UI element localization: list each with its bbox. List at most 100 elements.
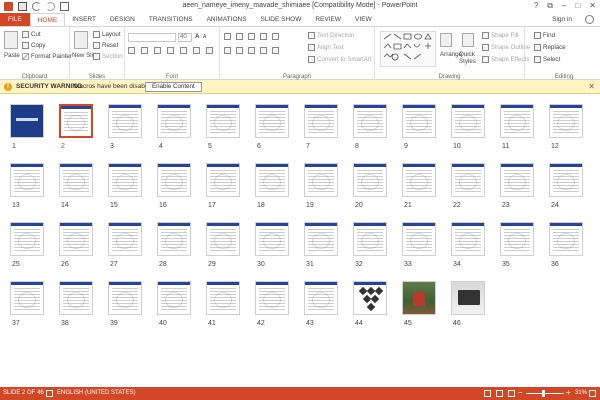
decrease-indent-icon[interactable] <box>248 33 255 40</box>
slide-thumbnail[interactable] <box>451 222 485 256</box>
char-spacing-icon[interactable] <box>180 47 187 54</box>
zoom-out-button[interactable]: − <box>518 388 523 397</box>
font-color-icon[interactable] <box>206 47 213 54</box>
sign-in-link[interactable]: Sign in <box>552 13 572 26</box>
feedback-smiley-icon[interactable] <box>585 15 594 24</box>
tab-insert[interactable]: INSERT <box>65 13 103 26</box>
slide-thumbnail[interactable] <box>402 104 436 138</box>
help-icon[interactable]: ? <box>534 1 538 11</box>
text-direction-button[interactable]: Text Direction <box>308 32 354 39</box>
layout-button[interactable]: Layout <box>93 31 121 38</box>
bullets-icon[interactable] <box>224 33 231 40</box>
slide-thumbnail[interactable] <box>108 222 142 256</box>
shapes-gallery[interactable] <box>380 31 436 67</box>
shape-outline-button[interactable]: Shape Outline <box>482 44 530 51</box>
slide-thumbnail[interactable] <box>59 222 93 256</box>
slide-thumbnail[interactable] <box>59 104 93 138</box>
tab-review[interactable]: REVIEW <box>308 13 348 26</box>
shape-effects-button[interactable]: Shape Effects <box>482 56 529 63</box>
italic-icon[interactable] <box>141 47 148 54</box>
spelling-icon[interactable] <box>46 390 53 397</box>
slide-thumbnail[interactable] <box>206 281 240 315</box>
fit-slide-icon[interactable] <box>589 390 596 397</box>
font-size-box[interactable]: 40 <box>178 33 192 42</box>
grow-font-button[interactable]: A <box>195 33 199 40</box>
tab-slide-show[interactable]: SLIDE SHOW <box>254 13 309 26</box>
align-text-button[interactable]: Align Text <box>308 44 344 51</box>
slide-thumbnail[interactable] <box>157 222 191 256</box>
columns-icon[interactable] <box>272 47 279 54</box>
reading-view-icon[interactable] <box>508 390 515 397</box>
slide-thumbnail[interactable] <box>353 104 387 138</box>
slide-thumbnail[interactable] <box>451 281 485 315</box>
section-button[interactable]: Section <box>93 53 123 60</box>
underline-icon[interactable] <box>154 47 161 54</box>
shrink-font-button[interactable]: A <box>203 34 206 40</box>
zoom-slider-thumb[interactable] <box>542 390 545 397</box>
close-button[interactable]: ✕ <box>589 1 596 11</box>
close-warning-icon[interactable]: ✕ <box>588 82 595 91</box>
bold-icon[interactable] <box>128 47 135 54</box>
slide-thumbnail[interactable] <box>255 163 289 197</box>
zoom-in-button[interactable]: + <box>566 388 571 397</box>
convert-smartart-button[interactable]: Convert to SmartArt <box>308 56 372 63</box>
language-indicator[interactable]: ENGLISH (UNITED STATES) <box>57 390 135 396</box>
slide-thumbnail[interactable] <box>157 104 191 138</box>
tab-animations[interactable]: ANIMATIONS <box>200 13 254 26</box>
align-left-icon[interactable] <box>224 47 231 54</box>
minimize-button[interactable]: – <box>562 1 566 11</box>
cut-button[interactable]: Cut <box>22 31 41 38</box>
slide-thumbnail[interactable] <box>402 222 436 256</box>
zoom-level[interactable]: 31% <box>575 390 587 396</box>
slide-thumbnail[interactable] <box>500 104 534 138</box>
slide-thumbnail[interactable] <box>304 281 338 315</box>
slide-thumbnail[interactable] <box>304 222 338 256</box>
tab-file[interactable]: FILE <box>0 13 30 26</box>
slide-thumbnail[interactable] <box>549 163 583 197</box>
slide-thumbnail[interactable] <box>451 163 485 197</box>
maximize-button[interactable]: □ <box>575 1 580 11</box>
reset-button[interactable]: Reset <box>93 42 118 49</box>
enable-content-button[interactable]: Enable Content <box>145 82 202 92</box>
slide-thumbnail[interactable] <box>402 281 436 315</box>
justify-icon[interactable] <box>260 47 267 54</box>
format-painter-button[interactable]: Format Painter <box>22 53 72 60</box>
slide-thumbnail[interactable] <box>108 104 142 138</box>
slide-thumbnail[interactable] <box>10 163 44 197</box>
slide-thumbnail[interactable] <box>402 163 436 197</box>
normal-view-icon[interactable] <box>484 390 491 397</box>
slide-thumbnail[interactable] <box>206 163 240 197</box>
slide-thumbnail[interactable] <box>157 281 191 315</box>
slide-thumbnail[interactable] <box>108 281 142 315</box>
increase-indent-icon[interactable] <box>260 33 267 40</box>
slide-thumbnail[interactable] <box>59 163 93 197</box>
quick-styles-button[interactable]: Quick Styles <box>459 51 481 65</box>
tab-view[interactable]: VIEW <box>348 13 379 26</box>
slide-thumbnail[interactable] <box>206 104 240 138</box>
tab-design[interactable]: DESIGN <box>103 13 142 26</box>
numbering-icon[interactable] <box>236 33 243 40</box>
slide-thumbnail[interactable] <box>10 222 44 256</box>
shape-fill-button[interactable]: Shape Fill <box>482 32 519 39</box>
ribbon-display-options-icon[interactable]: ⧉ <box>547 1 553 11</box>
slide-thumbnail[interactable] <box>451 104 485 138</box>
line-spacing-icon[interactable] <box>272 33 279 40</box>
slide-thumbnail[interactable] <box>304 104 338 138</box>
select-button[interactable]: Select <box>534 56 560 63</box>
paste-button[interactable]: Paste <box>4 52 20 59</box>
tab-home[interactable]: HOME <box>29 13 66 26</box>
slide-thumbnail[interactable] <box>108 163 142 197</box>
slide-thumbnail[interactable] <box>255 281 289 315</box>
slide-thumbnail[interactable] <box>353 281 387 315</box>
align-center-icon[interactable] <box>236 47 243 54</box>
slide-thumbnail[interactable] <box>255 104 289 138</box>
align-right-icon[interactable] <box>248 47 255 54</box>
slide-thumbnail[interactable] <box>59 281 93 315</box>
slide-thumbnail[interactable] <box>353 222 387 256</box>
slide-thumbnail[interactable] <box>353 163 387 197</box>
slide-thumbnail[interactable] <box>549 104 583 138</box>
slide-thumbnail[interactable] <box>500 222 534 256</box>
slide-sorter-view-icon[interactable] <box>496 390 503 397</box>
slide-thumbnail[interactable] <box>500 163 534 197</box>
copy-button[interactable]: Copy <box>22 42 45 49</box>
